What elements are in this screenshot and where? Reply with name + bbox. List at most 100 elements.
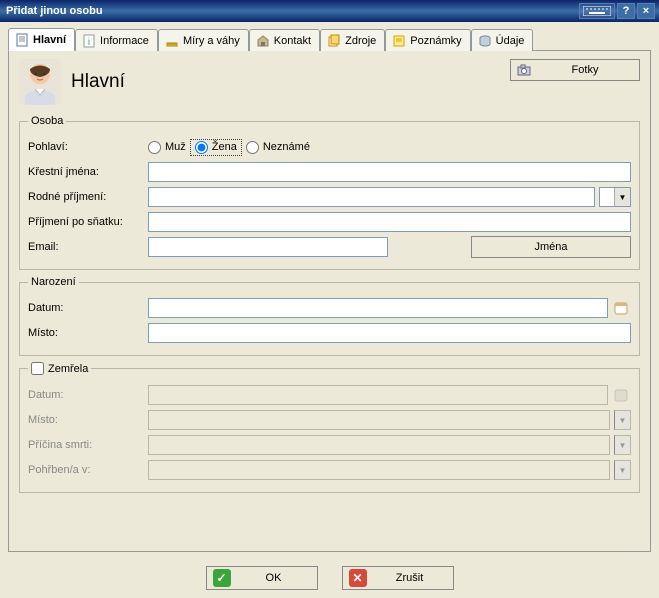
ok-button[interactable]: ✓ OK xyxy=(206,566,318,590)
row-death-place: Místo: ▼ xyxy=(28,409,631,431)
tab-strip: Hlavní i Informace Míry a váhy Kontakt Z… xyxy=(8,28,651,51)
tab-label: Míry a váhy xyxy=(183,35,240,47)
names-button[interactable]: Jména xyxy=(471,236,631,258)
ok-button-label: OK xyxy=(237,572,311,584)
radio-unknown[interactable]: Neznámé xyxy=(246,141,310,154)
cross-icon: ✕ xyxy=(349,569,367,587)
label-birth-place: Místo: xyxy=(28,327,148,339)
tab-label: Hlavní xyxy=(33,34,66,46)
married-input[interactable] xyxy=(148,212,631,232)
label-gender: Pohlaví: xyxy=(28,141,148,153)
tab-miry[interactable]: Míry a váhy xyxy=(158,29,249,51)
chevron-down-icon: ▼ xyxy=(614,188,630,206)
maiden-input[interactable] xyxy=(148,187,595,207)
burial-input xyxy=(148,460,610,480)
label-given-names: Křestní jména: xyxy=(28,166,148,178)
contact-icon xyxy=(256,34,270,48)
tab-poznamky[interactable]: Poznámky xyxy=(385,29,470,51)
data-icon xyxy=(478,34,492,48)
radio-unknown-label: Neznámé xyxy=(263,141,310,153)
tab-label: Údaje xyxy=(496,35,525,47)
cancel-button[interactable]: ✕ Zrušit xyxy=(342,566,454,590)
given-names-input[interactable] xyxy=(148,162,631,182)
fieldset-narozeni: Narození Datum: Místo: xyxy=(19,276,640,356)
photos-button-label: Fotky xyxy=(537,64,633,76)
panel-header: Hlavní Fotky xyxy=(19,59,640,109)
info-icon: i xyxy=(82,34,96,48)
keyboard-icon[interactable] xyxy=(579,3,615,19)
radio-male-input[interactable] xyxy=(148,141,161,154)
deceased-checkbox[interactable] xyxy=(31,362,44,375)
birth-date-input[interactable] xyxy=(148,298,608,318)
legend-osoba: Osoba xyxy=(28,115,66,127)
tab-informace[interactable]: i Informace xyxy=(75,29,158,51)
page-title: Hlavní xyxy=(71,71,125,93)
row-married: Příjmení po sňatku: xyxy=(28,211,631,233)
camera-icon xyxy=(517,63,531,77)
radio-female-input[interactable] xyxy=(195,141,208,154)
tab-udaje[interactable]: Údaje xyxy=(471,29,534,51)
email-input[interactable] xyxy=(148,237,388,257)
help-icon[interactable]: ? xyxy=(617,3,635,19)
label-birth-date: Datum: xyxy=(28,302,148,314)
calendar-icon xyxy=(614,388,628,402)
death-date-input xyxy=(148,385,608,405)
label-burial: Pohřben/a v: xyxy=(28,464,148,476)
label-death-cause: Příčina smrti: xyxy=(28,439,148,451)
photos-button[interactable]: Fotky xyxy=(510,59,640,81)
row-death-cause: Příčina smrti: ▼ xyxy=(28,434,631,456)
tab-panel-hlavni: Hlavní Fotky Osoba Pohlaví: Muž xyxy=(8,51,651,552)
notes-icon xyxy=(392,34,406,48)
close-icon[interactable]: × xyxy=(637,3,655,19)
radio-female[interactable]: Žena xyxy=(190,139,242,156)
tab-label: Zdroje xyxy=(345,35,376,47)
header-left: Hlavní xyxy=(19,59,125,105)
calendar-icon xyxy=(614,301,628,315)
label-email: Email: xyxy=(28,241,148,253)
gender-radio-group: Muž Žena Neznámé xyxy=(148,139,631,156)
row-birth-place: Místo: xyxy=(28,322,631,344)
sources-icon xyxy=(327,34,341,48)
legend-zemrela: Zemřela xyxy=(28,362,91,375)
names-button-label: Jména xyxy=(534,241,567,253)
fieldset-osoba: Osoba Pohlaví: Muž Žena Neznámé xyxy=(19,115,640,270)
tab-zdroje[interactable]: Zdroje xyxy=(320,29,385,51)
chevron-down-icon: ▼ xyxy=(614,410,631,430)
fieldset-zemrela: Zemřela Datum: Místo: ▼ xyxy=(19,362,640,493)
svg-text:i: i xyxy=(88,37,90,48)
death-calendar-button xyxy=(612,385,631,405)
radio-female-label: Žena xyxy=(212,141,237,153)
document-icon xyxy=(15,33,29,47)
avatar xyxy=(19,59,61,105)
calendar-button[interactable] xyxy=(612,298,631,318)
titlebar: Přidat jinou osobu ? × xyxy=(0,0,659,22)
dialog-content: Hlavní i Informace Míry a váhy Kontakt Z… xyxy=(0,22,659,598)
death-cause-input xyxy=(148,435,610,455)
radio-unknown-input[interactable] xyxy=(246,141,259,154)
tab-kontakt[interactable]: Kontakt xyxy=(249,29,320,51)
tab-label: Poznámky xyxy=(410,35,461,47)
row-gender: Pohlaví: Muž Žena Neznámé xyxy=(28,136,631,158)
ruler-icon xyxy=(165,34,179,48)
tab-label: Informace xyxy=(100,35,149,47)
window-title: Přidat jinou osobu xyxy=(4,5,579,17)
radio-male-label: Muž xyxy=(165,141,186,153)
legend-narozeni: Narození xyxy=(28,276,79,288)
row-given-names: Křestní jména: xyxy=(28,161,631,183)
death-place-input xyxy=(148,410,610,430)
row-birth-date: Datum: xyxy=(28,297,631,319)
label-death-date: Datum: xyxy=(28,389,148,401)
radio-male[interactable]: Muž xyxy=(148,141,186,154)
birth-place-input[interactable] xyxy=(148,323,631,343)
chevron-down-icon: ▼ xyxy=(614,460,631,480)
row-maiden: Rodné příjmení: ▼ xyxy=(28,186,631,208)
cancel-button-label: Zrušit xyxy=(373,572,447,584)
label-married: Příjmení po sňatku: xyxy=(28,216,148,228)
label-death-place: Místo: xyxy=(28,414,148,426)
titlebar-controls: ? × xyxy=(579,3,655,19)
row-death-date: Datum: xyxy=(28,384,631,406)
maiden-suffix-dropdown[interactable]: ▼ xyxy=(599,187,631,207)
tab-label: Kontakt xyxy=(274,35,311,47)
chevron-down-icon: ▼ xyxy=(614,435,631,455)
tab-hlavni[interactable]: Hlavní xyxy=(8,28,75,51)
